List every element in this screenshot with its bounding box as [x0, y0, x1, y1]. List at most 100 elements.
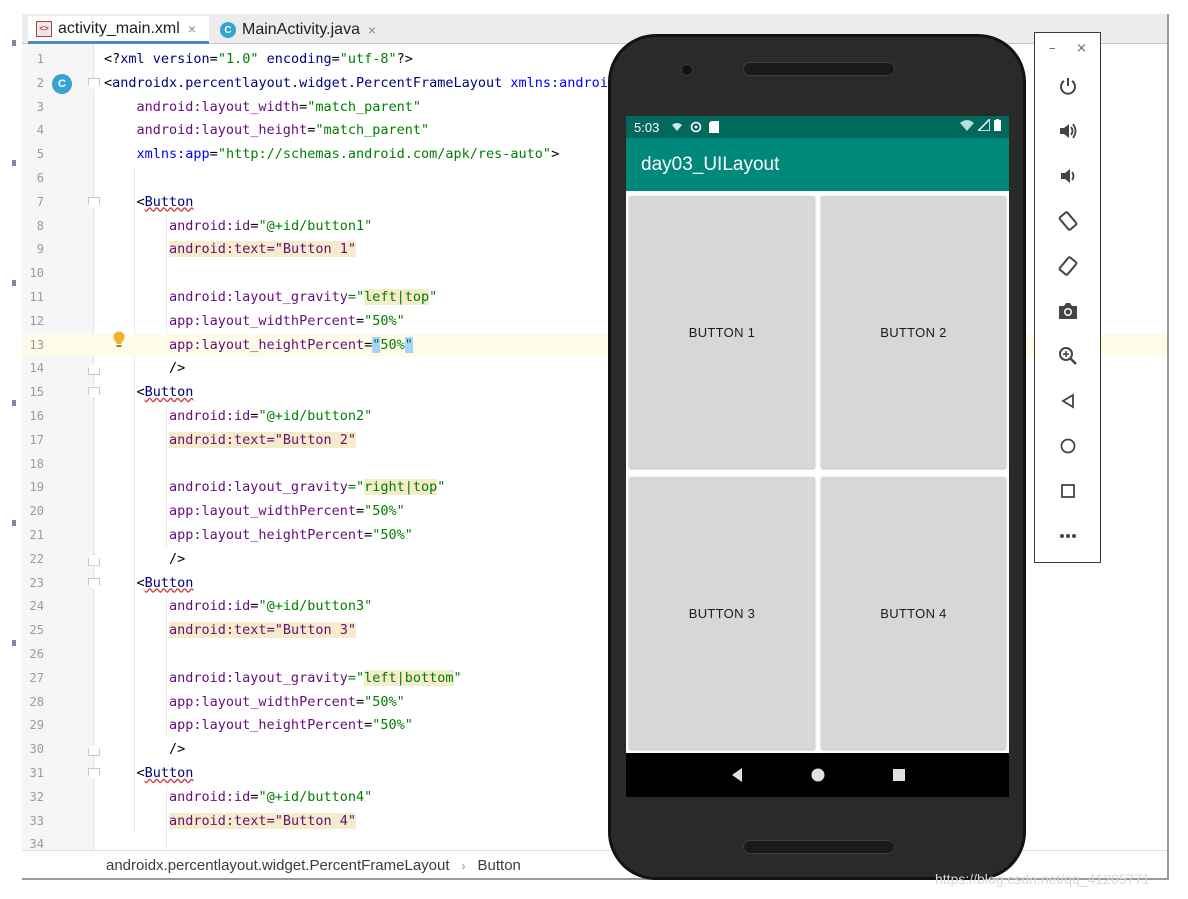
button-2[interactable]: BUTTON 2: [821, 196, 1006, 468]
code-token: android:text="Button 1": [169, 241, 356, 258]
xml-file-icon: <>: [36, 20, 52, 37]
code-token: android:id: [104, 788, 251, 805]
breadcrumb-item-child[interactable]: Button: [478, 857, 521, 874]
code-token: =": [347, 479, 365, 496]
volume-down-icon[interactable]: [1055, 163, 1081, 189]
code-text: <Button: [104, 572, 194, 596]
battery-icon: [994, 119, 1001, 131]
code-text: />: [104, 357, 185, 381]
code-token: ?>: [396, 51, 413, 67]
fold-collapse-icon[interactable]: [88, 577, 100, 590]
code-text: android:text="Button 4": [104, 810, 356, 834]
camera-icon[interactable]: [1055, 298, 1081, 324]
button-3[interactable]: BUTTON 3: [629, 477, 815, 749]
code-token: encoding: [258, 51, 332, 67]
close-icon[interactable]: ×: [368, 22, 376, 38]
fold-end-icon[interactable]: [88, 744, 100, 757]
fold-end-icon[interactable]: [88, 553, 100, 566]
button-4[interactable]: BUTTON 4: [821, 477, 1006, 749]
nav-overview-icon[interactable]: [891, 767, 907, 783]
front-camera: [681, 64, 693, 76]
line-number: 10: [29, 266, 44, 281]
zoom-icon[interactable]: [1055, 343, 1081, 369]
button-1[interactable]: BUTTON 1: [629, 196, 815, 468]
code-token: Button: [144, 193, 194, 210]
line-number: 2: [36, 75, 44, 90]
code-token: <: [104, 574, 145, 591]
code-token: "@+id/button1": [258, 217, 373, 234]
code-token: app:layout_heightPercent: [104, 336, 365, 353]
fold-collapse-icon[interactable]: [88, 387, 100, 400]
line-number: 32: [29, 789, 44, 804]
code-text: />: [104, 738, 185, 762]
code-token: =: [355, 503, 365, 520]
code-text: android:id="@+id/button2": [104, 405, 372, 429]
chevron-right-icon: ›: [461, 858, 466, 873]
percent-frame-layout: BUTTON 1 BUTTON 2 BUTTON 3 BUTTON 4: [626, 191, 1009, 753]
device-screen[interactable]: 5:03 day03_UILayout BUTTON 1 BUTTON 2 BU…: [626, 116, 1009, 797]
code-token: Button: [144, 574, 194, 591]
close-button[interactable]: ×: [1076, 41, 1087, 56]
code-text: android:layout_gravity="left|bottom": [104, 667, 462, 691]
code-token: =: [364, 336, 373, 353]
code-token: xmlns:android: [502, 74, 617, 91]
volume-up-icon[interactable]: [1055, 118, 1081, 144]
code-token: android:id: [104, 408, 251, 424]
line-number: 13: [29, 337, 44, 352]
code-text: android:layout_gravity="left|top": [104, 286, 437, 310]
rotate-left-icon[interactable]: [1055, 208, 1081, 234]
line-number: 15: [29, 385, 44, 400]
code-token: android:layout_height: [104, 122, 308, 139]
code-token: app:layout_widthPercent: [104, 312, 356, 329]
line-number: 4: [36, 123, 44, 138]
minimize-button[interactable]: –: [1049, 41, 1056, 56]
code-token: Button: [144, 765, 194, 781]
status-time: 5:03: [634, 119, 660, 135]
line-number: 12: [29, 313, 44, 328]
code-token: "match_parent": [315, 122, 430, 139]
code-token: "50%": [372, 527, 413, 543]
code-token: "utf-8": [339, 51, 397, 67]
nav-back-icon[interactable]: [729, 767, 745, 783]
code-text: android:text="Button 1": [104, 238, 356, 262]
fold-collapse-icon[interactable]: [88, 768, 100, 780]
tab-main-activity-java[interactable]: C MainActivity.java ×: [212, 16, 390, 44]
code-token: "@+id/button3": [258, 598, 373, 615]
rotate-right-icon[interactable]: [1055, 253, 1081, 279]
emulator-toolbar: – ×: [1034, 32, 1101, 563]
fold-collapse-icon[interactable]: [88, 196, 100, 209]
code-token: "http://schemas.android.com/apk/res-auto…: [217, 146, 552, 163]
class-marker-icon[interactable]: C: [52, 74, 72, 94]
line-number: 29: [29, 718, 44, 733]
overview-icon[interactable]: [1055, 478, 1081, 504]
more-icon[interactable]: [1055, 523, 1081, 549]
code-token: 50%: [380, 336, 405, 353]
breadcrumb-item-parent[interactable]: androidx.percentlayout.widget.PercentFra…: [106, 857, 450, 874]
home-icon[interactable]: [1055, 433, 1081, 459]
code-token: android:id: [104, 598, 251, 615]
power-icon[interactable]: [1055, 73, 1081, 99]
code-token: ": [453, 669, 462, 686]
code-token: =: [209, 51, 218, 67]
line-number: 9: [36, 242, 44, 257]
left-tool-strip: [0, 0, 22, 899]
code-text: <Button: [104, 191, 194, 215]
code-token: =: [331, 51, 340, 67]
fold-collapse-icon[interactable]: [88, 77, 100, 90]
code-text: app:layout_widthPercent="50%": [104, 691, 405, 715]
back-icon[interactable]: [1055, 388, 1081, 414]
close-icon[interactable]: ×: [188, 21, 196, 37]
line-number: 7: [36, 194, 44, 209]
code-token: app:layout_widthPercent: [104, 693, 356, 710]
fold-end-icon[interactable]: [88, 363, 100, 376]
lightbulb-icon[interactable]: [112, 331, 126, 349]
code-token: />: [104, 550, 186, 567]
code-text: app:layout_heightPercent="50%": [104, 334, 413, 358]
nav-home-icon[interactable]: [810, 767, 826, 783]
tab-activity-main-xml[interactable]: <> activity_main.xml ×: [28, 16, 209, 44]
line-number: 16: [29, 409, 44, 423]
signal-icon: [978, 119, 990, 131]
sync-icon: [691, 121, 702, 133]
